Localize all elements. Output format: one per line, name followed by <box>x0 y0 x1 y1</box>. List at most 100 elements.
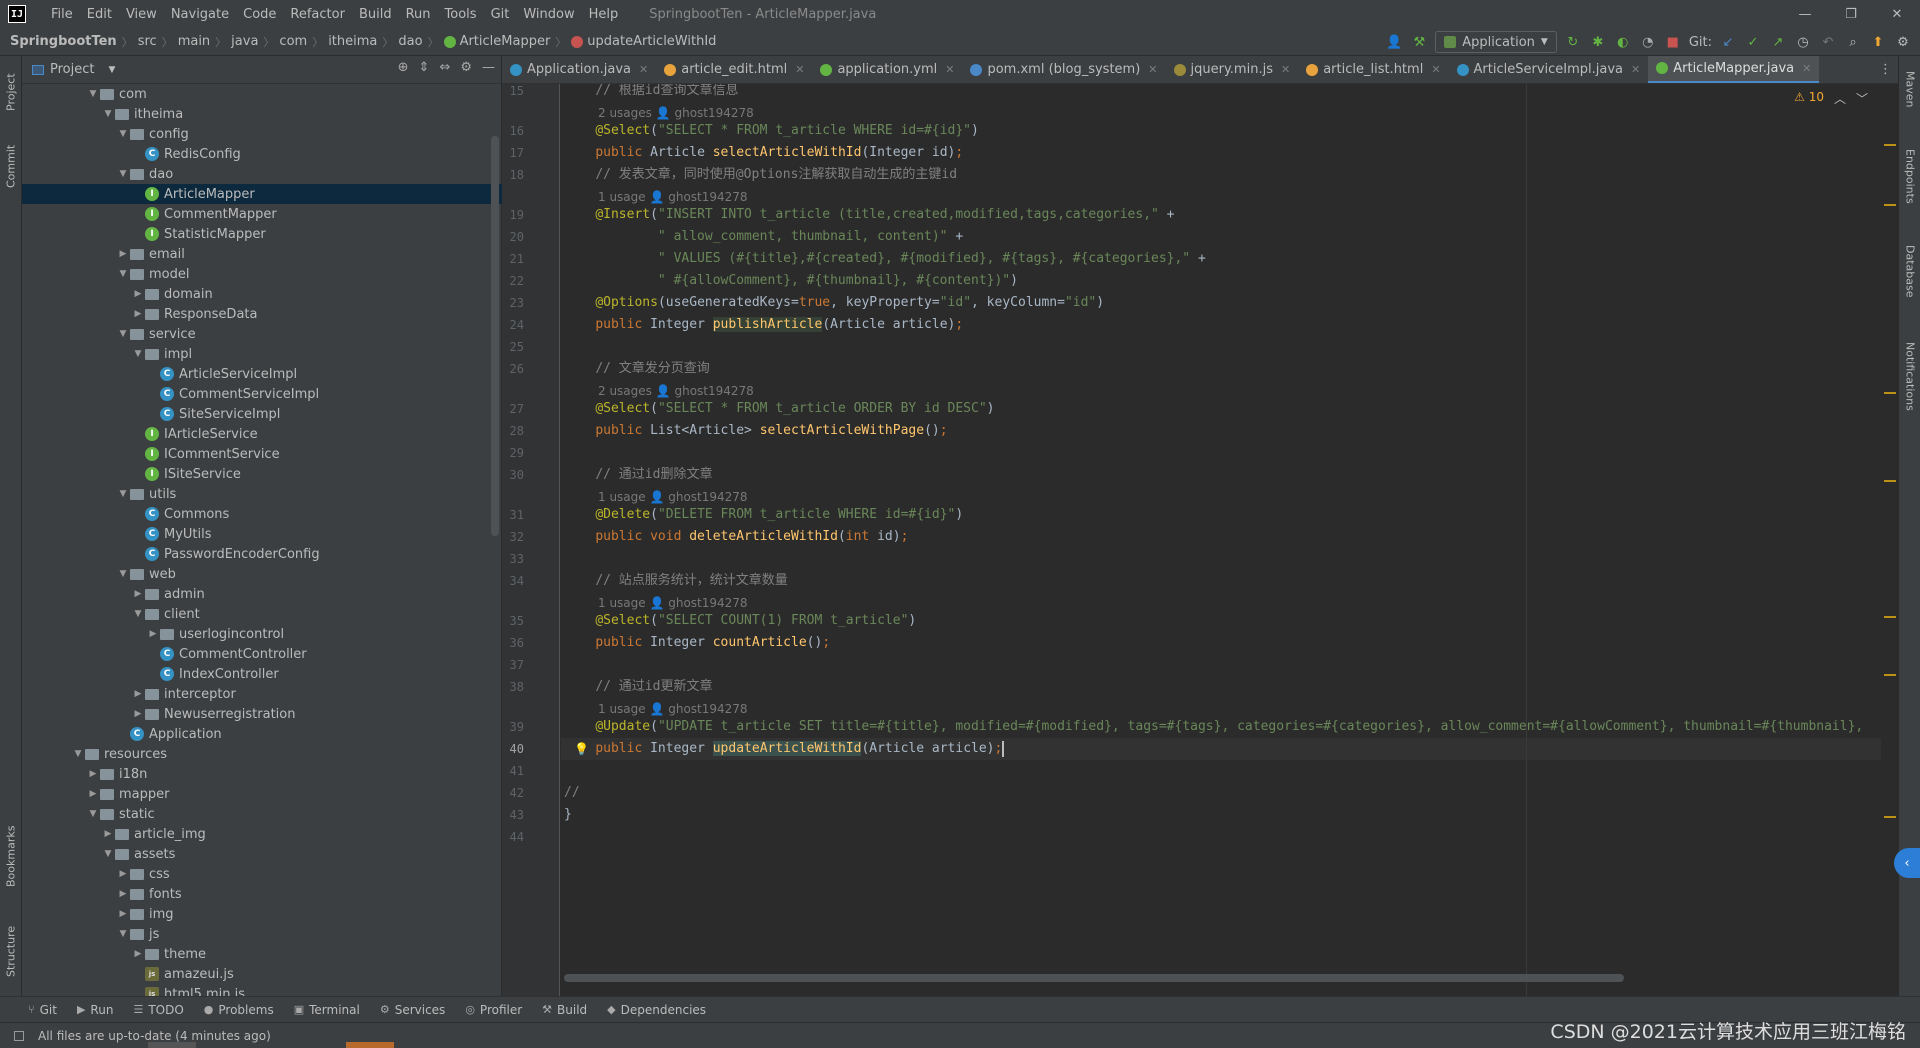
tree-item[interactable]: ▶CArticleServiceImpl <box>22 364 502 384</box>
breadcrumb-item[interactable]: dao <box>398 34 422 49</box>
code-line[interactable]: // 发表文章，同时使用@Options注解获取自动生成的主键id <box>564 164 957 186</box>
code-line[interactable]: } <box>564 804 572 826</box>
tree-item[interactable]: ▶IIArticleService <box>22 424 502 444</box>
tool-window-dependencies[interactable]: ◆ Dependencies <box>607 1003 706 1017</box>
error-stripe-marker[interactable] <box>1884 616 1896 618</box>
tree-item[interactable]: ▼ com <box>22 84 502 104</box>
tree-item[interactable]: ▶IISiteService <box>22 464 502 484</box>
tree-item[interactable]: ▶CCommons <box>22 504 502 524</box>
gear-icon[interactable]: ⚙ <box>460 60 472 75</box>
tree-item[interactable]: ▼ web <box>22 564 502 584</box>
tree-item[interactable]: ▼ assets <box>22 844 502 864</box>
run-configuration-select[interactable]: Application ▼ <box>1435 31 1557 53</box>
tool-tab-notifications[interactable]: Notifications <box>1899 326 1920 426</box>
tool-tab-commit[interactable]: Commit <box>0 136 22 196</box>
tab-jquery-min-js[interactable]: jquery.min.js ✕ <box>1166 56 1299 83</box>
code-line[interactable]: @Delete("DELETE FROM t_article WHERE id=… <box>564 504 963 526</box>
code-line[interactable]: @Select("SELECT * FROM t_article ORDER B… <box>564 398 994 420</box>
project-panel-title[interactable]: Project <box>50 62 94 77</box>
tab-article-edit-html[interactable]: article_edit.html ✕ <box>656 56 812 83</box>
tool-tab-maven[interactable]: Maven <box>1899 64 1920 114</box>
menu-view[interactable]: View <box>119 7 164 22</box>
inspection-widget[interactable]: ⚠ 10 ︿ ﹀ <box>1794 90 1868 107</box>
tree-item[interactable]: ▶CRedisConfig <box>22 144 502 164</box>
tree-item[interactable]: ▼ client <box>22 604 502 624</box>
tool-window-run[interactable]: ▶ Run <box>77 1003 113 1017</box>
menu-window[interactable]: Window <box>516 7 581 22</box>
close-tab-icon[interactable]: ✕ <box>1431 63 1440 76</box>
code-line[interactable]: public Article selectArticleWithId(Integ… <box>564 142 963 164</box>
error-stripe-marker[interactable] <box>1884 392 1896 394</box>
tree-item[interactable]: ▶ mapper <box>22 784 502 804</box>
tree-item[interactable]: ▶ userlogincontrol <box>22 624 502 644</box>
status-message[interactable]: All files are up-to-date (4 minutes ago) <box>38 1029 271 1043</box>
code-line[interactable]: // 文章发分页查询 <box>564 358 709 380</box>
breadcrumb-item[interactable]: ArticleMapper <box>443 34 550 49</box>
tree-scrollbar[interactable] <box>491 136 499 536</box>
tool-window-services[interactable]: ⚙ Services <box>380 1003 445 1017</box>
code-line[interactable]: // 通过id更新文章 <box>564 676 712 698</box>
menu-tools[interactable]: Tools <box>438 7 484 22</box>
tree-item[interactable]: ▶IStatisticMapper <box>22 224 502 244</box>
minimize-button[interactable]: — <box>1782 0 1828 28</box>
expand-all-icon[interactable]: ⇕ <box>419 60 430 75</box>
chevron-down-icon[interactable]: ▼ <box>116 329 130 339</box>
tree-item[interactable]: ▶ article_img <box>22 824 502 844</box>
rollback-icon[interactable]: ↶ <box>1819 33 1837 51</box>
chevron-down-icon[interactable]: ▼ <box>101 109 115 119</box>
menu-refactor[interactable]: Refactor <box>283 7 352 22</box>
code-line[interactable]: public Integer publishArticle(Article ar… <box>564 314 963 336</box>
breadcrumb-item[interactable]: updateArticleWithId <box>571 34 716 49</box>
code-line[interactable]: // 通过id删除文章 <box>564 464 712 486</box>
menu-help[interactable]: Help <box>582 7 626 22</box>
tree-item[interactable]: ▶CIndexController <box>22 664 502 684</box>
breadcrumb-item[interactable]: java <box>231 34 258 49</box>
tool-window-git[interactable]: ⑂ Git <box>28 1003 57 1017</box>
tab-articleserviceimpl-java[interactable]: ArticleServiceImpl.java ✕ <box>1449 56 1649 83</box>
close-tab-icon[interactable]: ✕ <box>795 63 804 76</box>
code-line[interactable]: @Update("UPDATE t_article SET title=#{ti… <box>564 716 1863 738</box>
build-hammer-icon[interactable]: ⚒ <box>1410 33 1428 51</box>
settings-gear-icon[interactable]: ⚙ <box>1894 33 1912 51</box>
tool-tab-bookmarks[interactable]: Bookmarks <box>0 816 22 896</box>
error-stripe-marker[interactable] <box>1884 816 1896 818</box>
chevron-down-icon[interactable]: ▼ <box>108 65 115 75</box>
tab-pom-xml-blog-system-[interactable]: pom.xml (blog_system) ✕ <box>962 56 1165 83</box>
chevron-right-icon[interactable]: ▶ <box>131 589 145 599</box>
tree-item[interactable]: ▶ admin <box>22 584 502 604</box>
breadcrumb-item[interactable]: main <box>178 34 210 49</box>
stop-icon[interactable]: ■ <box>1664 33 1682 51</box>
chevron-right-icon[interactable]: ▶ <box>116 249 130 259</box>
chevron-down-icon[interactable]: ▼ <box>116 489 130 499</box>
menu-file[interactable]: File <box>44 7 80 22</box>
tab-application-java[interactable]: Application.java ✕ <box>502 56 656 83</box>
code-line[interactable]: public List<Article> selectArticleWithPa… <box>564 420 947 442</box>
tree-item[interactable]: ▼ js <box>22 924 502 944</box>
breadcrumb-item[interactable]: SpringbootTen <box>10 34 117 49</box>
breadcrumb-item[interactable]: com <box>279 34 307 49</box>
chevron-down-icon[interactable]: ▼ <box>116 169 130 179</box>
tree-item[interactable]: ▼ config <box>22 124 502 144</box>
tree-item[interactable]: ▶ css <box>22 864 502 884</box>
intention-bulb-icon[interactable]: 💡 <box>574 742 589 756</box>
tree-item[interactable]: ▼ utils <box>22 484 502 504</box>
code-line[interactable]: public Integer updateArticleWithId(Artic… <box>564 738 1005 760</box>
tool-window-terminal[interactable]: ▣ Terminal <box>294 1003 360 1017</box>
tree-item[interactable]: ▼ dao <box>22 164 502 184</box>
tool-tab-endpoints[interactable]: Endpoints <box>1899 136 1920 216</box>
code-line[interactable]: @Options(useGeneratedKeys=true, keyPrope… <box>564 292 1104 314</box>
chevron-down-icon[interactable]: ▼ <box>116 929 130 939</box>
tree-item[interactable]: ▶CCommentController <box>22 644 502 664</box>
code-line[interactable]: // <box>564 782 580 804</box>
tree-item[interactable]: ▶CApplication <box>22 724 502 744</box>
chevron-right-icon[interactable]: ▶ <box>86 769 100 779</box>
chevron-down-icon[interactable]: ▼ <box>71 749 85 759</box>
tool-window-build[interactable]: ⚒ Build <box>542 1003 587 1017</box>
tool-window-todo[interactable]: ☰ TODO <box>133 1003 183 1017</box>
tool-tab-project[interactable]: Project <box>0 62 22 122</box>
breadcrumb-item[interactable]: itheima <box>328 34 377 49</box>
menu-git[interactable]: Git <box>484 7 517 22</box>
locate-icon[interactable]: ⊕ <box>398 60 409 75</box>
close-tab-icon[interactable]: ✕ <box>1281 63 1290 76</box>
tool-window-profiler[interactable]: ◎ Profiler <box>465 1003 522 1017</box>
